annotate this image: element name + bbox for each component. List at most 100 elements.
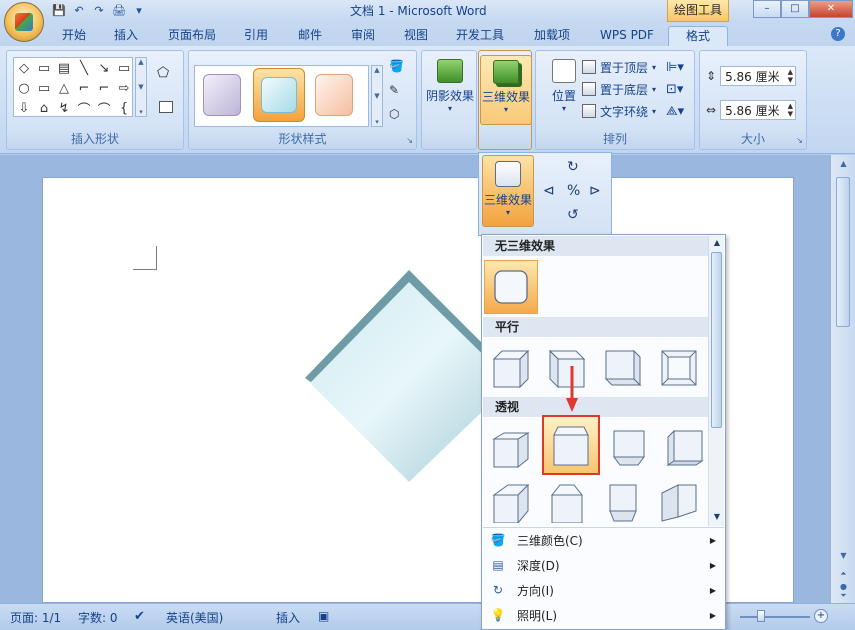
line-color-icon[interactable]: ✎ [389,83,415,101]
shadow-effects-button[interactable]: 阴影效果 ▾ [424,55,476,125]
shape-diamond[interactable]: ◇ [19,61,29,76]
help-icon[interactable]: ? [831,27,845,41]
style-swatch-selected[interactable] [253,68,305,122]
gallery-item-perspective-8[interactable] [652,475,706,529]
proofing-icon[interactable]: ✔ [134,609,145,624]
save-icon[interactable]: 💾 [52,3,66,17]
gallery-item-perspective-4[interactable] [658,421,712,475]
shape-line[interactable]: ╲ [80,61,88,76]
shape-arc[interactable]: ⌒ [77,99,90,118]
tab-addins[interactable]: 加载项 [530,26,574,46]
status-page[interactable]: 页面: 1/1 [10,609,61,626]
shape-lightning[interactable]: ↯ [59,101,70,116]
status-word-count[interactable]: 字数: 0 [78,609,118,626]
gallery-scroll-up-icon[interactable]: ▲ [709,238,725,247]
style-swatch-peach[interactable] [315,74,353,116]
tab-home[interactable]: 开始 [58,26,90,46]
scroll-up-icon[interactable]: ▲ [831,159,855,168]
height-input[interactable]: 5.86 厘米 ▲ ▼ [720,66,797,86]
shape-down-arrow[interactable]: ⇩ [19,101,30,116]
gallery-item-no-3d[interactable] [484,260,538,314]
tilt-right-icon[interactable]: ⊳ [589,183,601,199]
gallery-item-perspective-7[interactable] [596,475,650,529]
zoom-knob[interactable] [757,610,765,622]
tab-developer[interactable]: 开发工具 [452,26,508,46]
group-objects-icon[interactable]: ⊡▾ [666,79,683,99]
tab-page-layout[interactable]: 页面布局 [164,26,220,46]
qat-more-icon[interactable]: ▾ [132,3,146,17]
shapes-gallery[interactable]: ◇ ▭ ▤ ╲ ↘ ▭ ○ ▭ △ ⌐ ⌐ ⇨ ⇩ ⌂ ↯ ⌒ ⌒ { [13,57,133,118]
gallery-item-parallel-1[interactable] [484,341,538,395]
minimize-button[interactable]: – [753,0,781,18]
gallery-item-perspective-6[interactable] [540,475,594,529]
rotate-icon[interactable]: ⟁▾ [666,101,684,121]
undo-icon[interactable]: ↶ [72,3,86,17]
browse-object-icon[interactable]: ● [831,582,855,591]
shapes-gallery-scroll[interactable]: ▲ ▼ ▾ [135,57,147,117]
shape-elbow-arrow[interactable]: ⌐ [99,81,110,96]
style-swatch-lavender[interactable] [203,74,241,116]
dialog-launcher-icon[interactable]: ↘ [406,136,413,145]
prev-page-icon[interactable]: ⏶ [831,569,855,579]
zoom-slider[interactable] [740,616,810,618]
tilt-down-icon[interactable]: ↺ [567,207,579,223]
tab-insert[interactable]: 插入 [110,26,142,46]
3d-effects-dropdown-button[interactable]: 三维效果 ▾ [482,155,534,227]
close-button[interactable]: ✕ [809,0,853,18]
tab-references[interactable]: 引用 [240,26,272,46]
shape-rounded-rect[interactable]: ▭ [38,81,50,96]
3d-toggle-icon[interactable]: % [567,183,580,199]
shape-arrow-line[interactable]: ↘ [99,61,110,76]
gallery-scroll-down-icon[interactable]: ▼ [709,512,725,521]
menu-depth[interactable]: ▤ 深度(D) ▶ [483,553,724,578]
shape-elbow[interactable]: ⌐ [79,81,90,96]
tab-mailings[interactable]: 邮件 [294,26,326,46]
vertical-scrollbar[interactable]: ▲ ▼ ⏶ ● ⏷ [830,155,855,603]
gallery-scroll-thumb[interactable] [711,252,722,428]
gallery-item-parallel-3[interactable] [596,341,650,395]
width-input[interactable]: 5.86 厘米 ▲ ▼ [720,100,797,120]
tab-wps-pdf[interactable]: WPS PDF [596,26,658,46]
shape-style-gallery[interactable] [194,65,369,127]
shape-triangle[interactable]: △ [59,81,69,96]
shape-callout[interactable]: ⌂ [40,101,48,116]
redo-icon[interactable]: ↷ [92,3,106,17]
office-button[interactable] [4,2,44,42]
gallery-item-parallel-4[interactable] [652,341,706,395]
3d-effects-group-button[interactable]: 三维效果 ▾ [480,55,532,125]
gallery-scrollbar[interactable]: ▲ ▼ [708,236,724,526]
text-wrapping-button[interactable]: 文字环绕 ▾ [582,101,656,121]
height-spinner[interactable]: ▲ ▼ [788,68,793,84]
align-icon[interactable]: ⊫▾ [666,57,684,77]
shape-vertical-textbox[interactable]: ▤ [58,61,70,76]
status-mode[interactable]: 插入 [276,609,300,626]
shape-oval[interactable]: ○ [18,81,29,96]
gallery-item-perspective-1[interactable] [484,421,538,475]
print-preview-icon[interactable]: 🖨 [112,3,126,17]
shape-curve[interactable]: ⌒ [97,99,110,118]
gallery-item-perspective-5[interactable] [484,475,538,529]
gallery-item-perspective-3[interactable] [602,421,656,475]
tab-view[interactable]: 视图 [400,26,432,46]
scroll-thumb[interactable] [836,177,850,327]
scroll-down-icon[interactable]: ▼ [831,551,855,560]
tilt-left-icon[interactable]: ⊲ [543,183,555,199]
tab-review[interactable]: 审阅 [347,26,379,46]
width-spinner[interactable]: ▲ ▼ [788,102,793,118]
bring-to-front-button[interactable]: 置于顶层 ▾ [582,57,656,77]
change-shape-icon[interactable]: ⬡ [389,107,415,125]
dialog-launcher-icon[interactable]: ↘ [796,136,803,145]
fill-color-icon[interactable]: 🪣 [389,59,415,77]
macro-record-icon[interactable]: ▣ [318,609,329,623]
gallery-item-perspective-2[interactable] [542,415,600,475]
maximize-button[interactable]: □ [781,0,809,18]
shape-right-arrow[interactable]: ⇨ [119,81,130,96]
tilt-up-icon[interactable]: ↻ [567,159,579,175]
zoom-in-icon[interactable]: + [814,609,828,623]
next-page-icon[interactable]: ⏷ [831,591,855,601]
shape-textbox[interactable]: ▭ [38,61,50,76]
menu-3d-color[interactable]: 🪣 三维颜色(C) ▶ [483,528,724,553]
send-to-back-button[interactable]: 置于底层 ▾ [582,79,656,99]
menu-lighting[interactable]: 💡 照明(L) ▶ [483,603,724,628]
tab-format[interactable]: 格式 [668,26,728,46]
